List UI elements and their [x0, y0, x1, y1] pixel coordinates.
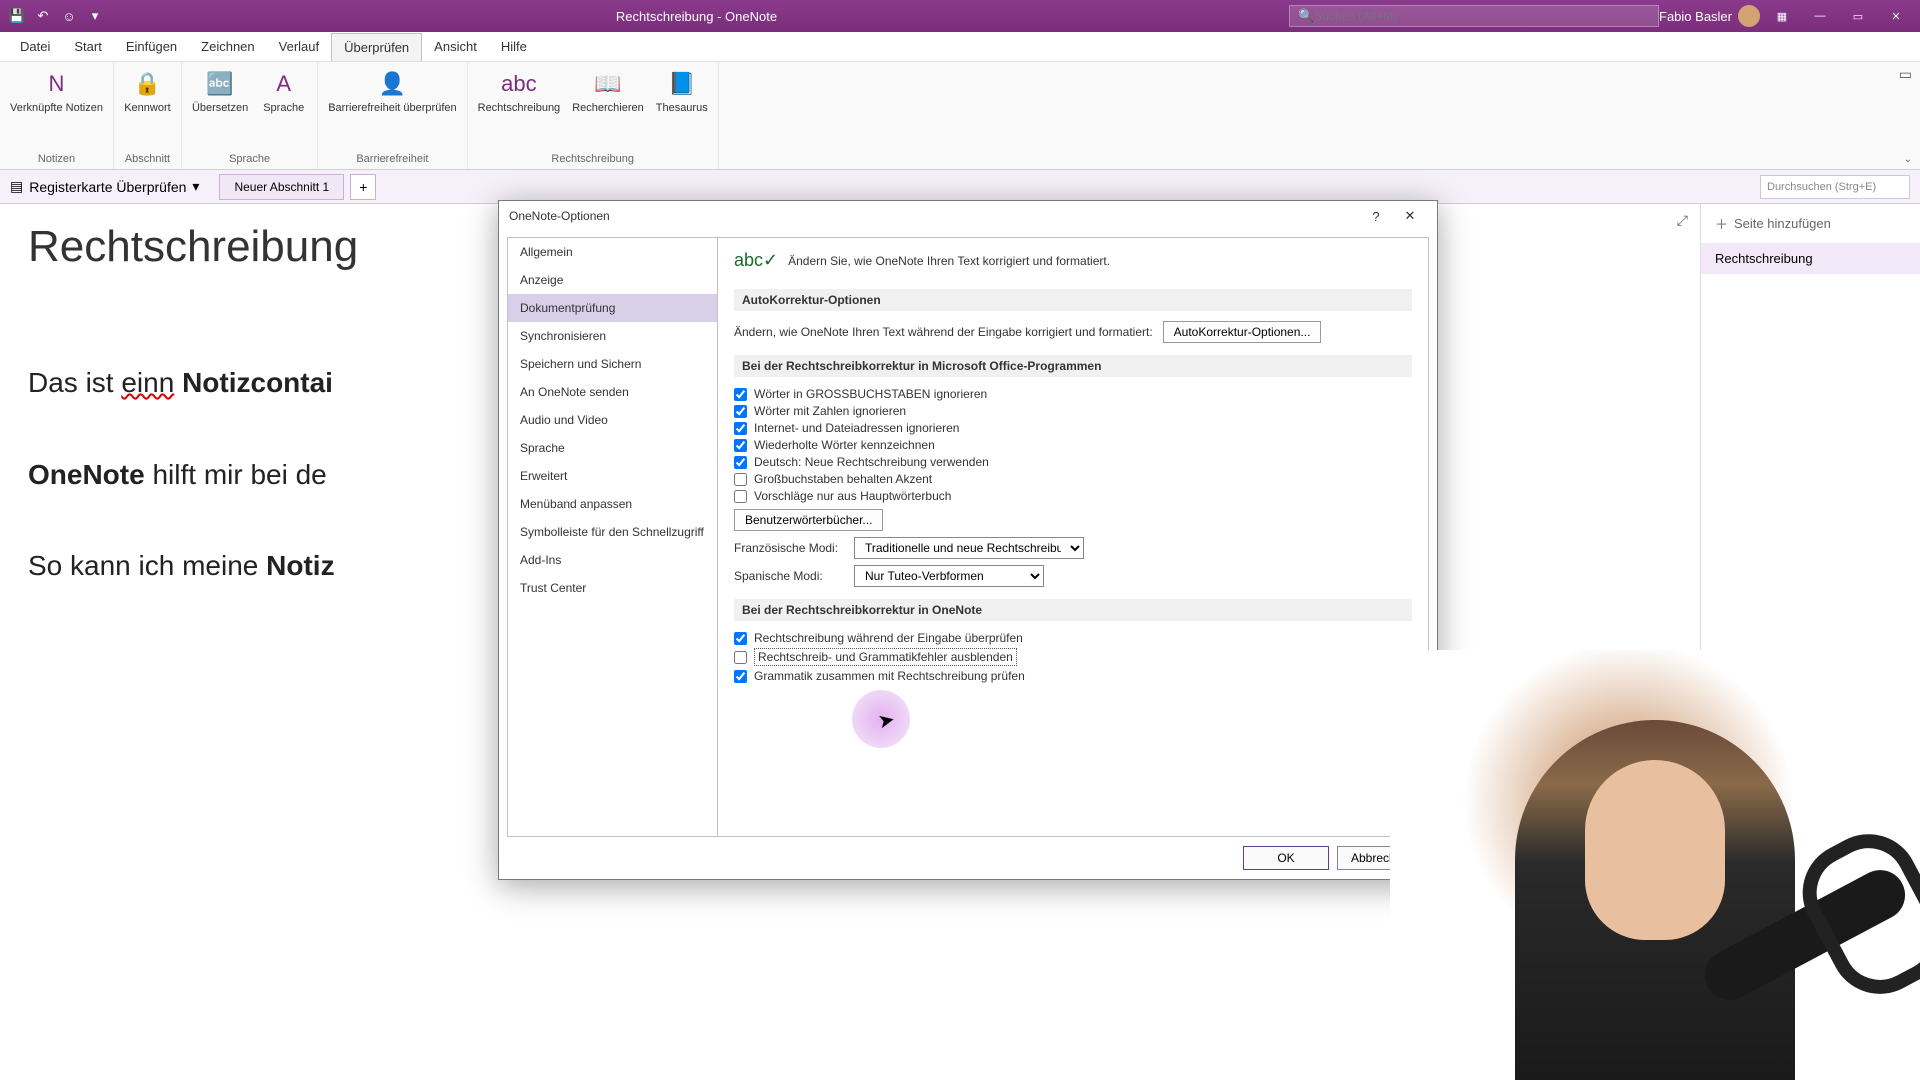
checkbox[interactable]	[734, 632, 747, 645]
nav-symbolleiste-für-den-schnellzugriff[interactable]: Symbolleiste für den Schnellzugriff	[508, 518, 717, 546]
check-label: Wörter mit Zahlen ignorieren	[754, 404, 906, 418]
checkbox[interactable]	[734, 490, 747, 503]
french-mode-select[interactable]: Traditionelle und neue Rechtschreibung	[854, 537, 1084, 559]
check-label: Wiederholte Wörter kennzeichnen	[754, 438, 935, 452]
spanish-mode-label: Spanische Modi:	[734, 569, 844, 583]
nav-synchronisieren[interactable]: Synchronisieren	[508, 322, 717, 350]
check-label: Rechtschreib- und Grammatikfehler ausble…	[754, 648, 1017, 666]
nav-erweitert[interactable]: Erweitert	[508, 462, 717, 490]
checkbox[interactable]	[734, 422, 747, 435]
nav-dokumentprüfung[interactable]: Dokumentprüfung	[508, 294, 717, 322]
nav-trust-center[interactable]: Trust Center	[508, 574, 717, 602]
check-label: Internet- und Dateiadressen ignorieren	[754, 421, 959, 435]
check-label: Vorschläge nur aus Hauptwörterbuch	[754, 489, 951, 503]
check-label: Großbuchstaben behalten Akzent	[754, 472, 932, 486]
onenote-check-1[interactable]: Rechtschreib- und Grammatikfehler ausble…	[734, 648, 1412, 666]
autocorrect-options-button[interactable]: AutoKorrektur-Optionen...	[1163, 321, 1322, 343]
office-check-3[interactable]: Wiederholte Wörter kennzeichnen	[734, 438, 1412, 452]
dialog-close-icon[interactable]: ✕	[1393, 204, 1427, 228]
dialog-nav: AllgemeinAnzeigeDokumentprüfungSynchroni…	[508, 238, 718, 836]
dialog-title: OneNote-Optionen	[509, 209, 610, 223]
autocorrect-desc: Ändern, wie OneNote Ihren Text während d…	[734, 325, 1153, 339]
check-label: Rechtschreibung während der Eingabe über…	[754, 631, 1023, 645]
checkbox[interactable]	[734, 388, 747, 401]
nav-speichern-und-sichern[interactable]: Speichern und Sichern	[508, 350, 717, 378]
nav-menüband-anpassen[interactable]: Menüband anpassen	[508, 490, 717, 518]
dialog-header-text: Ändern Sie, wie OneNote Ihren Text korri…	[788, 254, 1110, 268]
nav-audio-und-video[interactable]: Audio und Video	[508, 406, 717, 434]
office-check-4[interactable]: Deutsch: Neue Rechtschreibung verwenden	[734, 455, 1412, 469]
ok-button[interactable]: OK	[1243, 846, 1329, 870]
checkbox[interactable]	[734, 670, 747, 683]
section-office: Bei der Rechtschreibkorrektur in Microso…	[734, 355, 1412, 377]
nav-sprache[interactable]: Sprache	[508, 434, 717, 462]
nav-anzeige[interactable]: Anzeige	[508, 266, 717, 294]
section-autocorrect: AutoKorrektur-Optionen	[734, 289, 1412, 311]
checkbox[interactable]	[734, 473, 747, 486]
office-check-0[interactable]: Wörter in GROSSBUCHSTABEN ignorieren	[734, 387, 1412, 401]
nav-an-onenote-senden[interactable]: An OneNote senden	[508, 378, 717, 406]
options-dialog: OneNote-Optionen ? ✕ AllgemeinAnzeigeDok…	[498, 200, 1438, 880]
check-label: Wörter in GROSSBUCHSTABEN ignorieren	[754, 387, 987, 401]
onenote-check-2[interactable]: Grammatik zusammen mit Rechtschreibung p…	[734, 669, 1412, 683]
onenote-check-0[interactable]: Rechtschreibung während der Eingabe über…	[734, 631, 1412, 645]
dialog-titlebar: OneNote-Optionen ? ✕	[499, 201, 1437, 231]
checkbox[interactable]	[734, 405, 747, 418]
office-check-2[interactable]: Internet- und Dateiadressen ignorieren	[734, 421, 1412, 435]
office-check-5[interactable]: Großbuchstaben behalten Akzent	[734, 472, 1412, 486]
check-label: Deutsch: Neue Rechtschreibung verwenden	[754, 455, 989, 469]
abc-check-icon: abc✓	[734, 250, 778, 271]
dialog-footer: OK Abbrechen	[499, 837, 1437, 879]
section-onenote: Bei der Rechtschreibkorrektur in OneNote	[734, 599, 1412, 621]
webcam-overlay	[1390, 650, 1920, 1080]
checkbox[interactable]	[734, 651, 747, 664]
nav-allgemein[interactable]: Allgemein	[508, 238, 717, 266]
dialog-content: abc✓ Ändern Sie, wie OneNote Ihren Text …	[718, 238, 1428, 836]
french-mode-label: Französische Modi:	[734, 541, 844, 555]
nav-add-ins[interactable]: Add-Ins	[508, 546, 717, 574]
office-check-6[interactable]: Vorschläge nur aus Hauptwörterbuch	[734, 489, 1412, 503]
checkbox[interactable]	[734, 439, 747, 452]
checkbox[interactable]	[734, 456, 747, 469]
check-label: Grammatik zusammen mit Rechtschreibung p…	[754, 669, 1025, 683]
office-check-1[interactable]: Wörter mit Zahlen ignorieren	[734, 404, 1412, 418]
spanish-mode-select[interactable]: Nur Tuteo-Verbformen	[854, 565, 1044, 587]
help-button[interactable]: ?	[1359, 204, 1393, 228]
user-dictionaries-button[interactable]: Benutzerwörterbücher...	[734, 509, 883, 531]
